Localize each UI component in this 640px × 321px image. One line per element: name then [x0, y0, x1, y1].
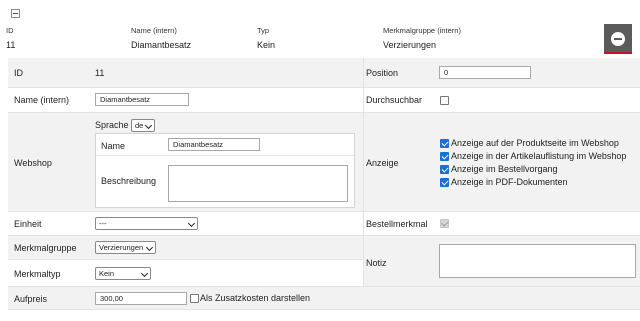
unit-select-value: --- — [99, 219, 107, 228]
summary-header-group: Merkmalgruppe (intern) — [383, 26, 461, 35]
row-type: Merkmaltyp Kein — [8, 260, 363, 287]
type-label: Merkmaltyp — [14, 269, 61, 279]
surcharge-label: Aufpreis — [14, 294, 48, 304]
feature-form: ID 11 Position 0 Name (intern) Diamantbe… — [8, 58, 640, 321]
surcharge-input[interactable]: 300,00 — [95, 292, 187, 305]
note-label: Notiz — [366, 258, 387, 268]
translation-description-label: Beschreibung — [101, 176, 157, 186]
summary-header-type: Typ — [257, 26, 270, 35]
display-pdf-label: Anzeige in PDF-Dokumenten — [451, 177, 568, 187]
translation-description-textarea[interactable] — [168, 165, 348, 202]
row-display: Anzeige Anzeige auf der Produktseite im … — [363, 113, 640, 212]
unit-label: Einheit — [14, 219, 42, 229]
language-select-value: de — [135, 121, 144, 130]
translation-name-input[interactable]: Diamantbesatz — [168, 138, 260, 151]
display-checkout-checkbox[interactable] — [440, 165, 449, 174]
note-textarea[interactable] — [439, 244, 636, 278]
group-select[interactable]: Verzierungen — [95, 241, 156, 254]
searchable-checkbox[interactable] — [440, 96, 449, 105]
remove-button[interactable] — [604, 24, 632, 54]
row-note: Notiz — [363, 236, 640, 287]
row-searchable: Durchsuchbar — [363, 88, 640, 113]
collapse-icon[interactable] — [11, 9, 20, 18]
unit-select[interactable]: --- — [95, 217, 198, 230]
id-label: ID — [14, 68, 23, 78]
chevron-down-icon — [145, 243, 154, 252]
position-label: Position — [366, 68, 399, 78]
webshop-translation-panel: Name Diamantbesatz Beschreibung — [95, 133, 355, 208]
display-product-page-label: Anzeige auf der Produktseite im Webshop — [451, 138, 619, 148]
translation-name-label: Name — [101, 141, 126, 151]
summary-value-name: Diamantbesatz — [131, 40, 192, 50]
row-webshop: Webshop Sprache de Name Diamantbesatz Be… — [8, 113, 363, 212]
display-checkout-label: Anzeige im Bestellvorgang — [451, 164, 558, 174]
chevron-down-icon — [187, 219, 196, 228]
translation-description-row: Beschreibung — [96, 156, 354, 208]
display-product-page-checkbox[interactable] — [440, 139, 449, 148]
summary-row: ID Name (intern) Typ Merkmalgruppe (inte… — [0, 20, 640, 56]
type-select-value: Kein — [99, 269, 115, 278]
language-select[interactable]: de — [131, 119, 155, 132]
order-feature-checkbox — [440, 219, 449, 228]
row-surcharge: Aufpreis 300,00 Als Zusatzkosten darstel… — [8, 287, 640, 310]
row-group: Merkmalgruppe Verzierungen — [8, 236, 363, 260]
minus-circle-icon — [611, 32, 625, 46]
surcharge-extra-label: Als Zusatzkosten darstellen — [200, 293, 311, 303]
webshop-label: Webshop — [14, 158, 52, 168]
display-listing-checkbox[interactable] — [440, 152, 449, 161]
display-pdf-checkbox[interactable] — [440, 178, 449, 187]
display-label: Anzeige — [366, 158, 399, 168]
row-unit: Einheit --- — [8, 212, 363, 236]
summary-header-name: Name (intern) — [131, 26, 177, 35]
summary-value-group: Verzierungen — [383, 40, 437, 50]
surcharge-extra-checkbox[interactable] — [190, 294, 199, 303]
searchable-label: Durchsuchbar — [366, 95, 423, 105]
language-label: Sprache — [95, 120, 129, 130]
chevron-down-icon — [144, 121, 153, 130]
row-id: ID 11 — [8, 58, 363, 88]
row-order-feature: Bestellmerkmal — [363, 212, 640, 236]
translation-name-row: Name Diamantbesatz — [96, 134, 354, 156]
summary-value-type: Kein — [257, 40, 276, 50]
order-feature-label: Bestellmerkmal — [366, 219, 428, 229]
position-input[interactable]: 0 — [439, 66, 531, 79]
summary-value-id: 11 — [6, 40, 16, 50]
display-listing-label: Anzeige in der Artikelauflistung im Webs… — [451, 151, 627, 161]
summary-header-id: ID — [6, 26, 14, 35]
name-label: Name (intern) — [14, 95, 70, 105]
name-input[interactable]: Diamantbesatz — [95, 93, 189, 106]
group-label: Merkmalgruppe — [14, 243, 77, 253]
form-bottom-spacer — [8, 310, 640, 321]
id-value: 11 — [95, 68, 105, 78]
row-name: Name (intern) Diamantbesatz — [8, 88, 363, 113]
group-select-value: Verzierungen — [99, 243, 144, 252]
row-position: Position 0 — [363, 58, 640, 88]
type-select[interactable]: Kein — [95, 267, 151, 280]
chevron-down-icon — [140, 269, 149, 278]
